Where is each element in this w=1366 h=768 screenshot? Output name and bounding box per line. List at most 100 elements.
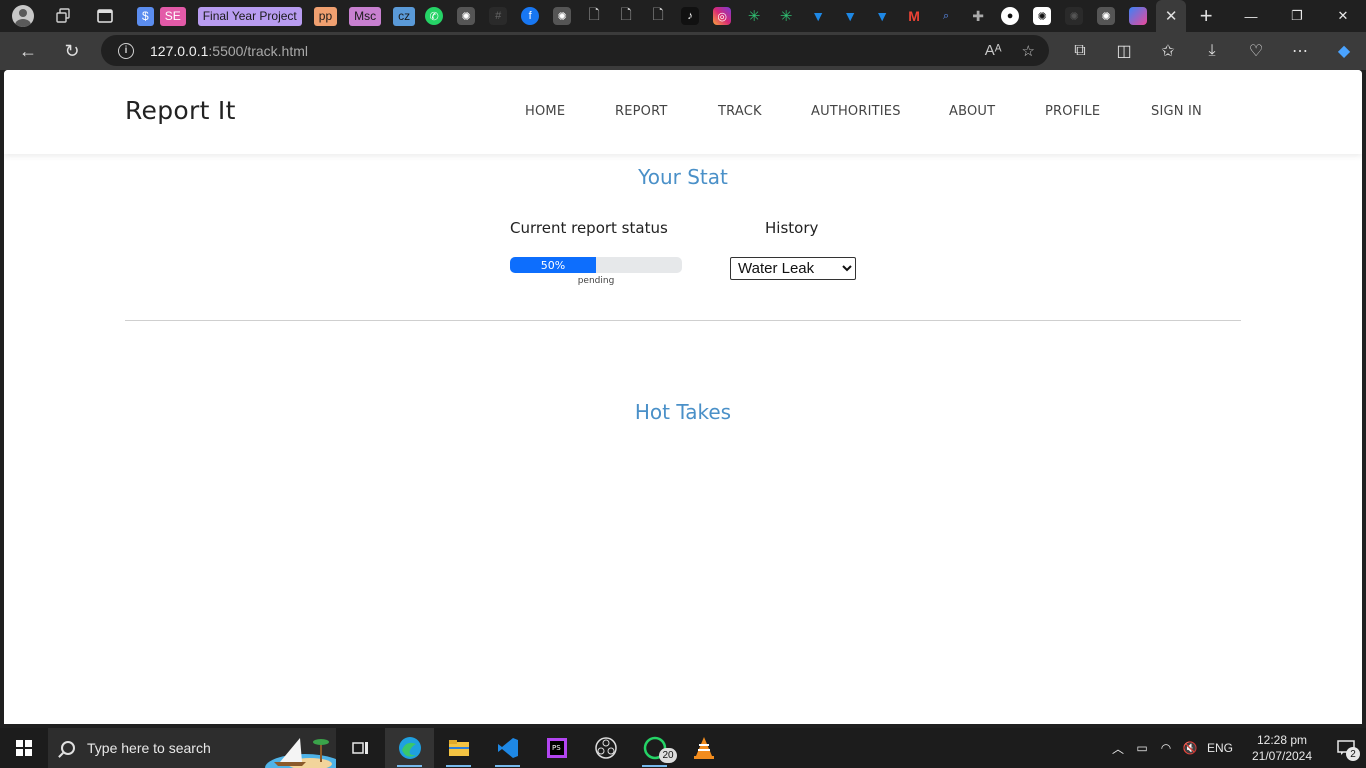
- read-aloud-icon[interactable]: A͏ᴬ: [985, 42, 1002, 59]
- wifi-icon[interactable]: ◠: [1154, 741, 1178, 755]
- toolbar-right-actions: ⧉ ◫ ✩ ⤓ ♡ ⋯ ◆: [1058, 32, 1366, 70]
- downloads-icon[interactable]: ⤓: [1190, 42, 1234, 60]
- nav-authorities[interactable]: AUTHORITIES: [811, 104, 901, 119]
- tab-chatgpt-2[interactable]: ✺: [550, 0, 574, 32]
- back-icon[interactable]: ←: [6, 32, 50, 70]
- tab-pill: Msc: [349, 6, 382, 26]
- search-placeholder: Type here to search: [87, 740, 211, 756]
- vuetify-icon: ▼: [843, 8, 858, 24]
- url-text[interactable]: 127.0.0.1:5500/track.html: [150, 43, 308, 59]
- taskbar-obs[interactable]: [581, 728, 630, 768]
- workspaces-icon[interactable]: [48, 0, 78, 32]
- new-tab-button[interactable]: +: [1186, 3, 1226, 29]
- tab-facebook[interactable]: f: [518, 0, 542, 32]
- tab-chatgpt-3[interactable]: ✺: [1030, 0, 1054, 32]
- tab-perplexity-2[interactable]: ✳: [774, 0, 798, 32]
- tab-bookmark-dollar[interactable]: $: [134, 0, 157, 32]
- split-screen-icon[interactable]: ◫: [1102, 41, 1146, 61]
- browser-essentials-icon[interactable]: ♡: [1234, 41, 1278, 61]
- restore-icon[interactable]: ❐: [1274, 0, 1320, 32]
- status-progress-bar: 50%: [510, 257, 682, 273]
- taskbar-whatsapp[interactable]: 20: [630, 728, 679, 768]
- svg-text:PS: PS: [552, 744, 561, 752]
- tab-puzzle[interactable]: ✚: [966, 0, 990, 32]
- tab-generic[interactable]: #: [486, 0, 510, 32]
- tab-document-1[interactable]: 🗋: [582, 0, 606, 32]
- tab-instagram[interactable]: ◎: [710, 0, 734, 32]
- tab-chatgpt[interactable]: ✺: [454, 0, 478, 32]
- tab-document-2[interactable]: 🗋: [614, 0, 638, 32]
- profile-avatar-icon: [12, 5, 34, 27]
- tab-document-3[interactable]: 🗋: [646, 0, 670, 32]
- taskbar-search[interactable]: Type here to search: [48, 728, 336, 768]
- nav-track[interactable]: TRACK: [718, 104, 762, 119]
- tab-vuetify-2[interactable]: ▼: [838, 0, 862, 32]
- nav-home[interactable]: HOME: [525, 104, 565, 119]
- site-info-icon[interactable]: i: [118, 42, 134, 59]
- tab-whatsapp[interactable]: ✆: [422, 0, 446, 32]
- refresh-icon[interactable]: ↻: [50, 32, 94, 70]
- nav-sign-in[interactable]: SIGN IN: [1151, 104, 1202, 119]
- tab-generic-2[interactable]: ✺: [1062, 0, 1086, 32]
- nav-profile[interactable]: PROFILE: [1045, 104, 1100, 119]
- volume-muted-icon[interactable]: 🔇: [1178, 741, 1202, 755]
- tab-bookmark-cz[interactable]: cz: [390, 0, 418, 32]
- document-icon: 🗋: [620, 6, 632, 22]
- app-icon: [1129, 7, 1148, 25]
- taskbar-vscode[interactable]: [483, 728, 532, 768]
- whatsapp-badge: 20: [659, 748, 677, 763]
- taskbar-vlc[interactable]: [679, 728, 728, 768]
- chatgpt-icon: ✺: [1097, 7, 1116, 25]
- close-tab-icon[interactable]: ✕: [1165, 7, 1178, 25]
- tab-chatgpt-4[interactable]: ✺: [1094, 0, 1118, 32]
- close-window-icon[interactable]: ✕: [1320, 0, 1366, 32]
- tab-actions-icon[interactable]: [90, 0, 120, 32]
- system-tray: ︿ ▭ ◠ 🔇 ENG 12:28 pm 21/07/2024 2: [1106, 728, 1366, 768]
- minimize-icon[interactable]: —: [1228, 0, 1274, 32]
- grid-icon: #: [489, 7, 508, 25]
- more-options-icon[interactable]: ⋯: [1278, 41, 1322, 61]
- tab-search[interactable]: ⌕: [934, 0, 958, 32]
- address-bar[interactable]: i 127.0.0.1:5500/track.html A͏ᴬ ☆: [101, 35, 1049, 66]
- tab-pill: pp: [313, 6, 338, 26]
- nav-about[interactable]: ABOUT: [949, 104, 995, 119]
- favorite-star-icon[interactable]: ☆: [1022, 42, 1035, 60]
- brand-logo[interactable]: Report It: [125, 96, 236, 125]
- battery-icon[interactable]: ▭: [1130, 741, 1154, 755]
- tab-bookmark-final-year[interactable]: Final Year Project: [195, 0, 305, 32]
- taskbar-file-explorer[interactable]: [434, 728, 483, 768]
- page-viewport: Report It HOME REPORT TRACK AUTHORITIES …: [4, 70, 1362, 724]
- tab-vuetify-1[interactable]: ▼: [806, 0, 830, 32]
- clock[interactable]: 12:28 pm 21/07/2024: [1238, 732, 1326, 764]
- plus-shape-icon: ✚: [972, 7, 984, 24]
- notifications-button[interactable]: 2: [1326, 728, 1366, 768]
- copilot-icon[interactable]: ◆: [1322, 41, 1366, 61]
- task-view-button[interactable]: [336, 728, 385, 768]
- taskbar-phpstorm[interactable]: PS: [532, 728, 581, 768]
- chevron-up-icon[interactable]: ︿: [1106, 740, 1130, 757]
- chatgpt-icon: ✺: [553, 7, 572, 25]
- tab-gmail[interactable]: M: [902, 0, 926, 32]
- language-indicator[interactable]: ENG: [1202, 741, 1238, 755]
- phpstorm-icon: PS: [546, 738, 567, 758]
- tab-bookmark-se[interactable]: SE: [157, 0, 189, 32]
- taskbar-edge[interactable]: [385, 728, 434, 768]
- favorites-icon[interactable]: ✩: [1146, 41, 1190, 61]
- tab-tiktok[interactable]: ♪: [678, 0, 702, 32]
- edge-icon: [398, 737, 421, 759]
- vuetify-icon: ▼: [875, 8, 890, 24]
- tab-vuetify-3[interactable]: ▼: [870, 0, 894, 32]
- asterisk-icon: ✳: [779, 8, 793, 25]
- tab-bookmark-msc[interactable]: Msc: [346, 0, 384, 32]
- nav-report[interactable]: REPORT: [615, 104, 668, 119]
- tab-bookmark-pp[interactable]: pp: [311, 0, 340, 32]
- tab-active-track[interactable]: ✕: [1156, 0, 1187, 32]
- tab-gradient[interactable]: [1126, 0, 1150, 32]
- tab-github[interactable]: ●: [998, 0, 1022, 32]
- extensions-icon[interactable]: ⧉: [1058, 42, 1102, 60]
- history-select[interactable]: Water Leak: [730, 257, 856, 280]
- profile-button[interactable]: [8, 0, 38, 32]
- window-controls: — ❐ ✕: [1228, 0, 1366, 32]
- start-button[interactable]: [0, 728, 48, 768]
- tab-perplexity-1[interactable]: ✳: [742, 0, 766, 32]
